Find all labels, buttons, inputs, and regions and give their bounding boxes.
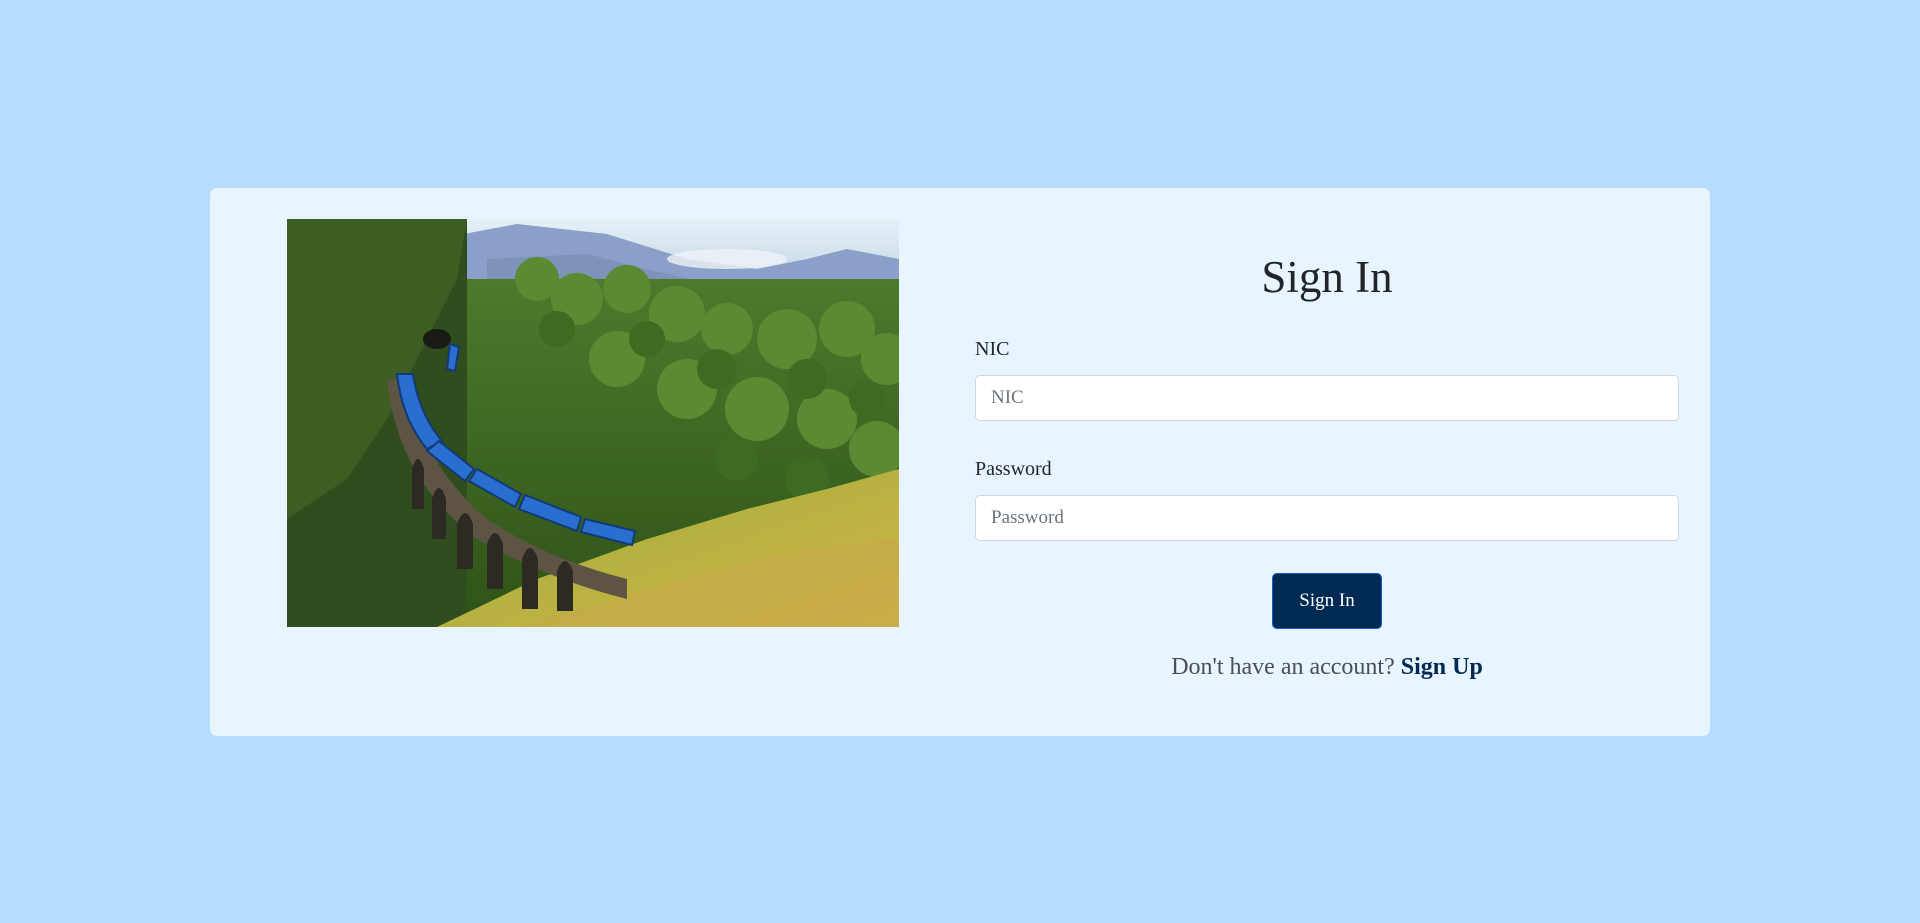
nic-input[interactable] [975, 375, 1679, 421]
signin-form: Sign In NIC Password Sign In Don't have … [975, 188, 1679, 736]
signin-card: Sign In NIC Password Sign In Don't have … [210, 188, 1710, 736]
nic-label: NIC [975, 338, 1010, 360]
password-input[interactable] [975, 495, 1679, 541]
signin-button[interactable]: Sign In [1272, 573, 1382, 629]
signup-link[interactable]: Sign Up [1401, 654, 1483, 680]
password-label: Password [975, 458, 1052, 480]
signup-row: Don't have an account? Sign Up [975, 652, 1679, 682]
page-title: Sign In [1261, 252, 1393, 302]
train-bridge-photo [287, 219, 899, 627]
signup-prompt: Don't have an account? [1171, 654, 1401, 680]
